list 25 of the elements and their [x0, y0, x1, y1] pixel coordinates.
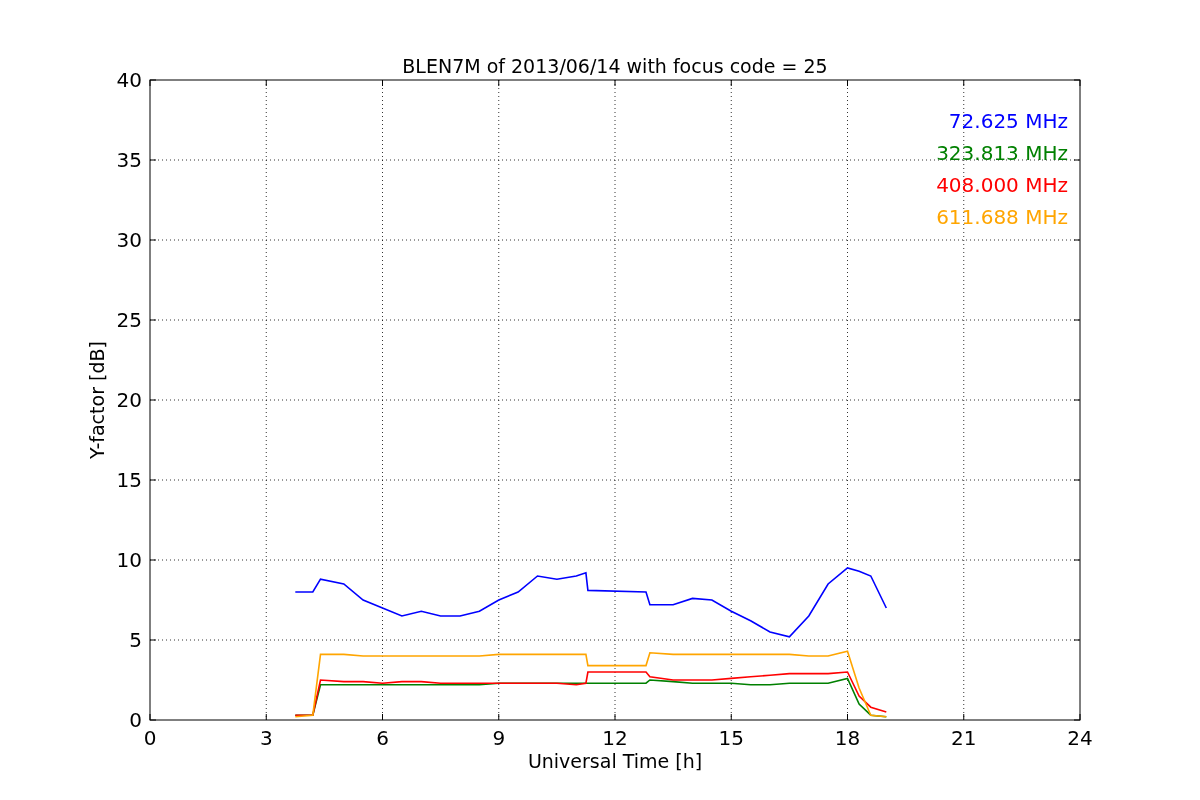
tick-label: 24 — [1067, 726, 1093, 750]
tick-label: 0 — [129, 708, 142, 732]
axis-label: Y-factor [dB] — [86, 341, 108, 459]
tick-label: 30 — [116, 228, 142, 252]
tick-label: 40 — [116, 68, 142, 92]
legend-label: 611.688 MHz — [936, 205, 1068, 229]
legend-label: 323.813 MHz — [936, 141, 1068, 165]
tick-label: 20 — [116, 388, 142, 412]
chart-title: BLEN7M of 2013/06/14 with focus code = 25 — [402, 55, 828, 77]
tick-label: 15 — [718, 726, 744, 750]
tick-label: 15 — [116, 468, 142, 492]
tick-label: 12 — [602, 726, 628, 750]
tick-label: 21 — [951, 726, 977, 750]
tick-label: 35 — [116, 148, 142, 172]
axis-label: Universal Time [h] — [527, 750, 703, 772]
tick-label: 6 — [376, 726, 389, 750]
tick-label: 0 — [143, 726, 157, 750]
tick-label: 10 — [116, 548, 142, 572]
legend-label: 408.000 MHz — [936, 173, 1068, 197]
tick-label: 25 — [116, 308, 142, 332]
tick-label: 18 — [834, 726, 861, 750]
tick-label: 9 — [492, 726, 506, 750]
tick-label: 5 — [129, 628, 142, 652]
legend-label: 72.625 MHz — [948, 109, 1068, 133]
tick-label: 3 — [259, 726, 273, 750]
